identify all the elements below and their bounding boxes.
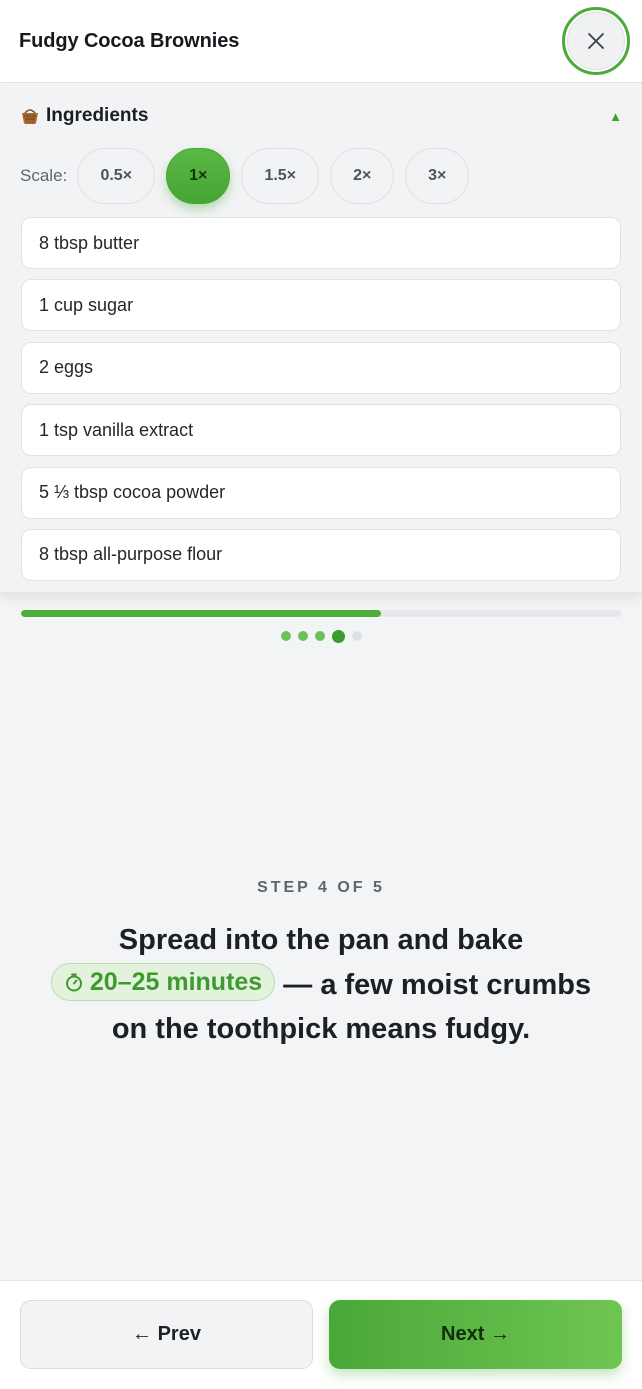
basket-icon <box>22 109 38 124</box>
timer-chip[interactable]: 20–25 minutes <box>50 962 276 1001</box>
timer-text: 20–25 minutes <box>89 967 263 996</box>
step-instruction: Spread into the pan and bake 20–25 minut… <box>30 918 612 1052</box>
ingredients-title: Ingredients <box>46 105 149 126</box>
recipe-title: Fudgy Cocoa Brownies <box>19 29 240 52</box>
scale-option-3x[interactable]: 3× <box>405 148 470 204</box>
ingredient-item: 5 ⅓ tbsp cocoa powder <box>21 466 621 519</box>
ingredient-item: 1 tsp vanilla extract <box>21 404 621 457</box>
ingredient-item: 8 tbsp butter <box>21 217 621 269</box>
footer-nav: ← Prev Next → <box>0 1280 642 1389</box>
step-counter: STEP 4 OF 5 <box>257 879 385 896</box>
ingredient-item: 8 tbsp all-purpose flour <box>21 528 621 581</box>
step-text-before: Spread into the pan and bake <box>118 924 524 956</box>
step-dot[interactable] <box>297 631 308 641</box>
next-button[interactable]: Next → <box>329 1300 622 1369</box>
progress-bar <box>21 610 621 617</box>
triangle-up-icon[interactable]: ▲ <box>609 109 622 124</box>
step-dot[interactable] <box>280 631 291 641</box>
header: Fudgy Cocoa Brownies <box>0 0 642 83</box>
scale-selector: Scale: 0.5× 1× 1.5× 2× 3× <box>20 148 480 204</box>
scale-option-1-5x[interactable]: 1.5× <box>241 148 320 204</box>
prev-button[interactable]: ← Prev <box>20 1300 313 1369</box>
progress-fill <box>21 610 381 617</box>
close-button-inner[interactable] <box>567 12 625 70</box>
scale-label: Scale: <box>20 166 68 185</box>
step-dots <box>0 629 642 643</box>
ingredient-item: 1 cup sugar <box>21 279 621 332</box>
cook-mode-screen: Fudgy Cocoa Brownies Ingredients ▲ Scale… <box>0 0 642 1389</box>
ingredient-item: 2 eggs <box>21 341 621 394</box>
scale-option-2x[interactable]: 2× <box>330 148 395 204</box>
step-dot[interactable] <box>314 631 325 641</box>
close-button[interactable] <box>562 7 630 75</box>
step-dot[interactable] <box>351 631 362 641</box>
scale-option-1x[interactable]: 1× <box>166 148 231 204</box>
ingredients-header[interactable]: Ingredients ▲ <box>20 103 622 129</box>
close-icon <box>588 33 604 49</box>
ingredients-panel: Ingredients ▲ Scale: 0.5× 1× 1.5× 2× 3× … <box>0 83 642 593</box>
ingredients-title-group: Ingredients <box>20 105 148 127</box>
stopwatch-icon <box>65 973 82 991</box>
scale-option-0-5x[interactable]: 0.5× <box>77 148 156 204</box>
step-dot[interactable] <box>331 629 345 643</box>
ingredient-list: 8 tbsp butter 1 cup sugar 2 eggs 1 tsp v… <box>21 217 621 591</box>
